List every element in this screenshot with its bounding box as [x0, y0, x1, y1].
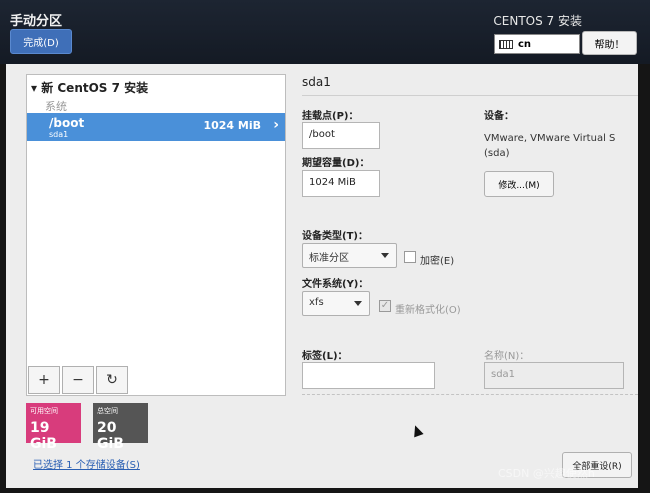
chevron-right-icon: ›: [273, 117, 279, 133]
reformat-label: 重新格式化(O): [395, 305, 461, 316]
header-bar: 手动分区 完成(D) CENTOS 7 安装 cn 帮助！: [0, 0, 650, 64]
filesystem-label: 文件系统(Y)：: [302, 279, 369, 290]
keyboard-icon: [499, 39, 513, 49]
available-space-value: 19 GiB: [30, 420, 57, 452]
reformat-checkbox: ✓: [379, 300, 391, 312]
capacity-label: 期望容量(D)：: [302, 158, 370, 169]
tag-label: 标签(L)：: [302, 351, 348, 362]
refresh-button[interactable]: ↻: [96, 366, 128, 394]
install-group-header[interactable]: ▾ 新 CentOS 7 安装: [31, 79, 148, 96]
partition-device: sda1: [49, 130, 69, 139]
name-input: sda1: [484, 362, 624, 389]
device-label: 设备：: [484, 111, 514, 122]
total-space-label: 总空间: [97, 407, 118, 415]
partition-toolbar: + − ↻: [28, 366, 128, 396]
partition-title: sda1: [302, 75, 331, 89]
partition-row-selected[interactable]: /boot sda1 1024 MiB ›: [27, 113, 285, 141]
total-space-value: 20 GiB: [97, 420, 124, 452]
keyboard-layout-value: cn: [518, 38, 532, 50]
device-type-value: 标准分区: [309, 253, 349, 264]
filesystem-select[interactable]: xfs: [302, 291, 370, 316]
keyboard-layout-indicator[interactable]: cn: [494, 34, 580, 54]
total-space: 总空间 20 GiB: [93, 403, 148, 452]
divider: [302, 95, 638, 96]
add-partition-button[interactable]: +: [28, 366, 60, 394]
group-subtitle: 系统: [45, 100, 67, 113]
dropdown-arrow-icon: [354, 301, 362, 306]
installer-screen: 手动分区 完成(D) CENTOS 7 安装 cn 帮助！ ▾ 新 CentOS…: [0, 0, 650, 493]
partition-mount: /boot: [49, 116, 85, 130]
modify-button[interactable]: 修改...(M): [484, 171, 554, 197]
partition-size: 1024 MiB: [203, 119, 261, 132]
available-space: 可用空间 19 GiB: [26, 403, 81, 452]
capacity-input[interactable]: 1024 MiB: [302, 170, 380, 197]
done-button[interactable]: 完成(D): [10, 29, 72, 54]
tag-input[interactable]: [302, 362, 435, 389]
available-space-label: 可用空间: [30, 407, 58, 415]
mount-point-label: 挂载点(P)：: [302, 111, 359, 122]
partition-list: ▾ 新 CentOS 7 安装 系统 /boot sda1 1024 MiB ›…: [26, 74, 286, 396]
device-type-select[interactable]: 标准分区: [302, 243, 397, 268]
name-label: 名称(N)：: [484, 351, 530, 362]
dropdown-arrow-icon: [381, 253, 389, 258]
main-content: ▾ 新 CentOS 7 安装 系统 /boot sda1 1024 MiB ›…: [6, 64, 638, 488]
mount-point-input[interactable]: /boot: [302, 122, 380, 149]
watermark-text: CSDN @兴趣使然h: [498, 467, 595, 480]
device-type-label: 设备类型(T)：: [302, 231, 368, 242]
device-description: VMware, VMware Virtual S (sda): [484, 133, 616, 159]
page-title: 手动分区: [10, 14, 63, 29]
help-button[interactable]: 帮助！: [582, 31, 637, 55]
dashed-divider: [302, 394, 638, 395]
encrypt-checkbox[interactable]: [404, 251, 416, 263]
encrypt-label: 加密(E): [420, 256, 455, 267]
storage-device-link[interactable]: 已选择 1 个存储设备(S): [33, 456, 140, 471]
filesystem-value: xfs: [309, 297, 324, 308]
remove-partition-button[interactable]: −: [62, 366, 94, 394]
product-title: CENTOS 7 安装: [493, 14, 582, 28]
